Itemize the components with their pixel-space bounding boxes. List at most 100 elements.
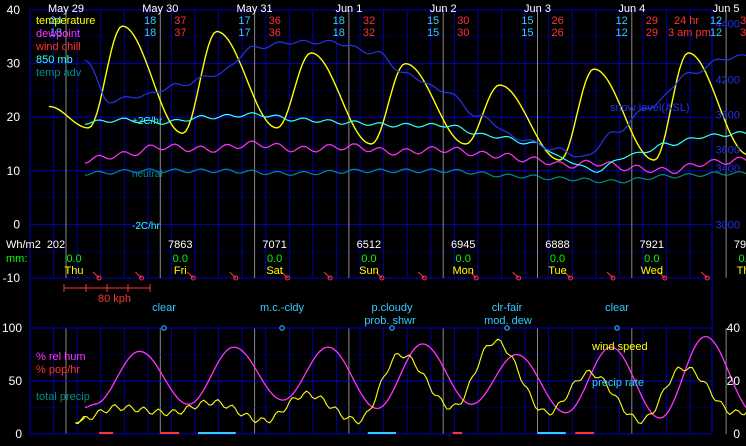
weekday-label: Thu	[737, 265, 746, 277]
precip-mm-value: 0.0	[644, 253, 659, 265]
hi-lo-lo-value: 17	[238, 27, 250, 39]
weather-forecast-chart: -100102030404400420038003600340030000501…	[0, 0, 746, 446]
solar-value: 7863	[168, 239, 192, 251]
hi-lo-lo-value: 12	[616, 27, 628, 39]
upper-y-tick-label: 0	[13, 217, 20, 231]
hi-lo-lo-value: 18	[333, 15, 345, 27]
hi-lo-hi-value: 26	[552, 15, 564, 27]
hi-lo-suffix-24hr: 24 hr	[674, 15, 699, 27]
hi-lo-hi-value: 30	[457, 27, 469, 39]
legend-precip-rate: precip rate	[592, 377, 644, 389]
wind-scale-label: 80 kph	[98, 293, 131, 305]
upper-y2-tick-label: 4200	[716, 75, 740, 87]
precip-mm-value: 0.0	[361, 253, 376, 265]
sky-condition-label: m.c.-cldy	[260, 302, 305, 314]
sky-condition-label-2: prob. shwr	[364, 315, 416, 327]
upper-y-tick-label: 10	[7, 164, 21, 178]
weekday-label: Tue	[548, 265, 567, 277]
precip-mm-value: 0.0	[267, 253, 282, 265]
lower-y-tick-label: 50	[9, 374, 23, 388]
weekday-label: Sat	[266, 265, 283, 277]
legend-total-precip: total precip	[36, 391, 90, 403]
solar-label: Wh/m2	[6, 239, 41, 251]
sky-condition-label: clear	[605, 302, 629, 314]
legend-pop: % pop/hr	[36, 364, 80, 376]
legend-upper-item: wind chill	[35, 41, 81, 53]
precip-mm-value: 0.0	[738, 253, 746, 265]
hi-lo-hi-value: 37	[174, 15, 186, 27]
legend-upper-item: dewpoint	[36, 28, 80, 40]
lower-y2-tick-label: 20	[727, 374, 741, 388]
date-label: Jun 5	[713, 3, 740, 15]
upper-y-tick-label: 40	[7, 3, 21, 17]
solar-value: 6512	[357, 239, 381, 251]
upper-y-tick-label: -10	[3, 271, 21, 285]
legend-wind-speed: wind speed	[591, 341, 648, 353]
date-label: May 29	[48, 3, 84, 15]
sky-condition-label: clear	[152, 302, 176, 314]
solar-value: 7921	[640, 239, 664, 251]
upper-y2-tick-label: 3400	[716, 163, 740, 175]
solar-value: 7071	[262, 239, 286, 251]
hi-lo-hi-value: 32	[740, 27, 746, 39]
hi-lo-hi-value: 29	[646, 27, 658, 39]
hi-lo-lo-value: 15	[427, 27, 439, 39]
date-label: Jun 3	[524, 3, 551, 15]
hi-lo-hi-value: 29	[646, 15, 658, 27]
annotation-snow-level: snow level(ASL)	[610, 102, 689, 114]
precip-mm-label: mm:	[6, 253, 27, 265]
legend-upper-item: 850 mb	[36, 54, 73, 66]
sky-condition-label: p.cloudy	[372, 302, 413, 314]
lower-y-tick-label: 0	[15, 427, 22, 441]
upper-y2-tick-label: 3000	[716, 219, 740, 231]
hi-lo-suffix-3ampm: 3 am pm	[668, 27, 711, 39]
precip-mm-value: 0.0	[550, 253, 565, 265]
weekday-label: Fri	[174, 265, 187, 277]
hi-lo-lo-value: 15	[427, 15, 439, 27]
date-label: Jun 2	[430, 3, 457, 15]
precip-mm-value: 0.0	[66, 253, 81, 265]
upper-y2-tick-label: 3600	[716, 144, 740, 156]
solar-value: 7948	[734, 239, 746, 251]
hi-lo-hi-value: 32	[363, 27, 375, 39]
hi-lo-hi-value: 36	[269, 15, 281, 27]
hi-lo-hi-value: 30	[457, 15, 469, 27]
precip-mm-value: 0.0	[456, 253, 471, 265]
date-label: May 31	[237, 3, 273, 15]
date-label: Jun 1	[335, 3, 362, 15]
hi-lo-hi-value: 32	[740, 15, 746, 27]
hi-lo-lo-value: 15	[521, 15, 533, 27]
solar-value: 6888	[545, 239, 569, 251]
hi-lo-lo-value: 18	[144, 27, 156, 39]
legend-upper-item: temp adv	[36, 67, 82, 79]
hi-lo-hi-value: 37	[174, 27, 186, 39]
annotation-minus-2c: -2C/hr	[132, 221, 160, 232]
hi-lo-hi-value: 36	[269, 27, 281, 39]
annotation-neutral: neutral	[132, 169, 163, 180]
solar-value: 202	[47, 239, 65, 251]
hi-lo-hi-value: 26	[552, 27, 564, 39]
hi-lo-lo-value: 18	[333, 27, 345, 39]
legend-upper-item: temperature	[36, 15, 95, 27]
upper-y-tick-label: 20	[7, 110, 21, 124]
hi-lo-lo-value: 12	[710, 27, 722, 39]
date-label: Jun 4	[618, 3, 645, 15]
lower-y-tick-label: 100	[2, 321, 22, 335]
hi-lo-lo-value: 15	[521, 27, 533, 39]
weekday-label: Thu	[65, 265, 84, 277]
sky-condition-label: clr-fair	[492, 302, 523, 314]
hi-lo-lo-value: 18	[144, 15, 156, 27]
weekday-label: Mon	[452, 265, 473, 277]
date-label: May 30	[142, 3, 178, 15]
hi-lo-hi-value: 32	[363, 15, 375, 27]
legend-rel-hum: % rel hum	[36, 351, 86, 363]
lower-y2-tick-label: 40	[727, 321, 741, 335]
annotation-plus-2c: +2C/hr	[132, 116, 163, 127]
hi-lo-lo-value: 17	[238, 15, 250, 27]
hi-lo-lo-value: 12	[710, 15, 722, 27]
solar-value: 6945	[451, 239, 475, 251]
upper-y-tick-label: 30	[7, 57, 21, 71]
hi-lo-lo-value: 12	[616, 15, 628, 27]
lower-y2-tick-label: 0	[733, 427, 740, 441]
weekday-label: Sun	[359, 265, 379, 277]
